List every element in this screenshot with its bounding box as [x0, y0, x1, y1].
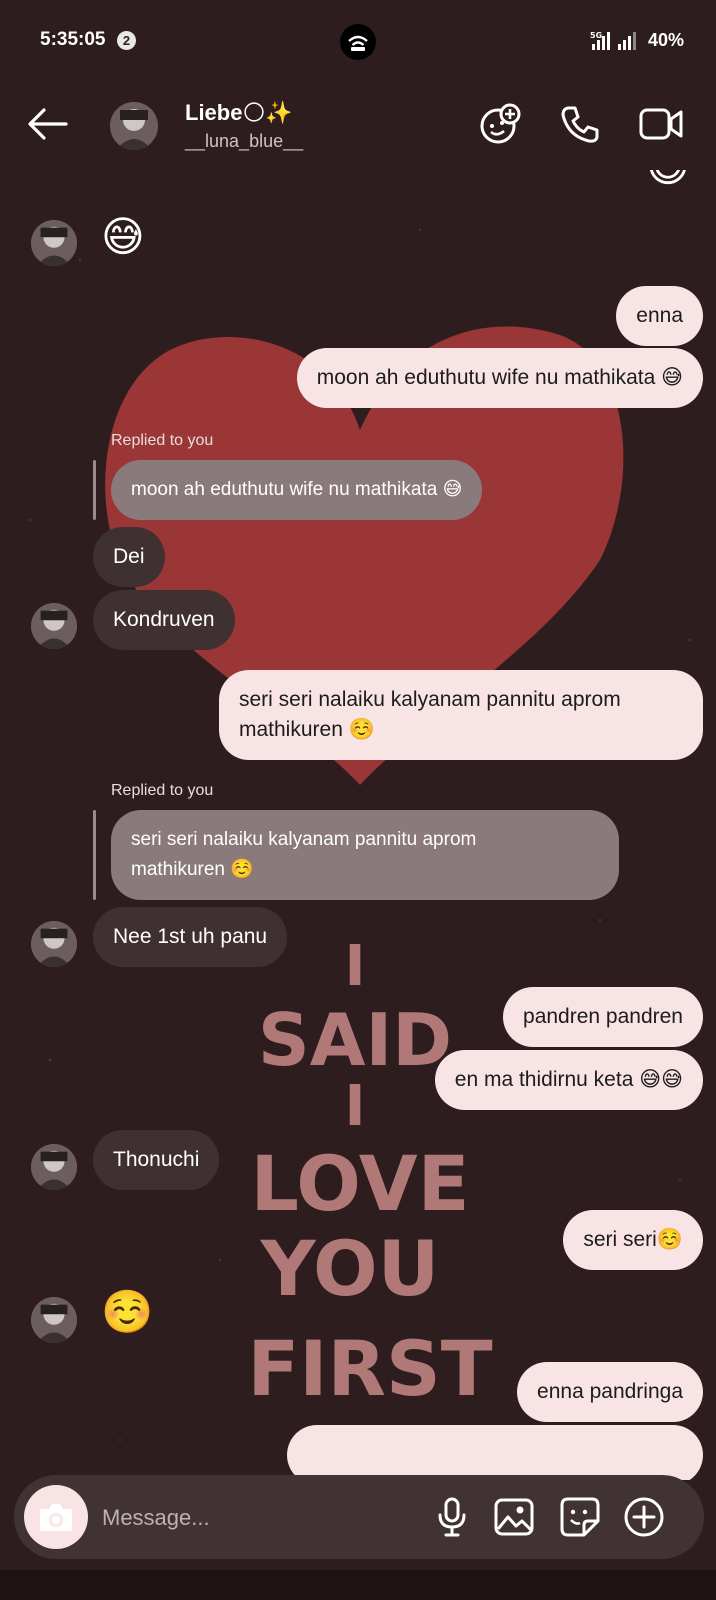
quoted-message[interactable]: moon ah eduthutu wife nu mathikata 😅: [111, 460, 483, 520]
battery-level: 40%: [648, 30, 685, 50]
reply-label: Replied to you: [111, 432, 214, 449]
add-effects-icon[interactable]: [478, 102, 522, 151]
sender-avatar[interactable]: [31, 921, 77, 967]
outgoing-message[interactable]: enna: [616, 286, 703, 346]
incoming-message[interactable]: Thonuchi: [93, 1130, 220, 1190]
svg-text:5G: 5G: [590, 31, 602, 40]
chat-header: Liebe🌕✨ __luna_blue__: [0, 80, 716, 170]
message-emoji[interactable]: ☺️: [101, 1288, 153, 1337]
incoming-message[interactable]: Dei: [93, 527, 165, 587]
back-arrow-icon[interactable]: [26, 104, 70, 144]
hotspot-pill: [330, 22, 386, 60]
reply-quote-bar: [93, 810, 96, 900]
incoming-message[interactable]: Kondruven: [93, 590, 235, 650]
video-camera-icon[interactable]: [638, 102, 686, 151]
message-emoji[interactable]: 😅: [101, 212, 145, 261]
sender-avatar[interactable]: [31, 1144, 77, 1190]
gallery-icon[interactable]: [492, 1495, 536, 1544]
status-time: 5:35:05: [40, 29, 106, 50]
message-composer: [14, 1475, 704, 1559]
sticker-icon[interactable]: [558, 1495, 602, 1544]
contact-username[interactable]: __luna_blue__: [185, 131, 303, 152]
message-emoji-partial: 😅: [646, 170, 690, 191]
hotspot-icon: [340, 24, 376, 60]
status-bar: 5:35:05 2 5G 40%: [0, 0, 716, 80]
add-icon[interactable]: [622, 1495, 666, 1544]
outgoing-message-partial[interactable]: [287, 1425, 703, 1480]
message-line: seri seri nalaiku kalyanam pannitu aprom: [239, 688, 621, 711]
message-line: mathikuren ☺️: [239, 718, 375, 741]
outgoing-message[interactable]: seri seri nalaiku kalyanam pannitu aprom…: [219, 670, 703, 760]
outgoing-message[interactable]: pandren pandren: [503, 987, 703, 1047]
incoming-message[interactable]: Nee 1st uh panu: [93, 907, 288, 967]
contact-avatar[interactable]: [110, 102, 158, 150]
reply-label: Replied to you: [111, 782, 214, 799]
quoted-line: seri seri nalaiku kalyanam pannitu aprom: [131, 829, 477, 850]
reply-quote-bar: [93, 460, 96, 520]
sender-avatar[interactable]: [31, 1297, 77, 1343]
message-input[interactable]: [100, 1497, 424, 1539]
quoted-message[interactable]: seri seri nalaiku kalyanam pannitu aprom…: [111, 810, 619, 900]
outgoing-message[interactable]: en ma thidirnu keta 😅😅: [434, 1050, 703, 1110]
phone-icon[interactable]: [558, 102, 602, 151]
quoted-line: mathikuren ☺️: [131, 859, 254, 880]
microphone-icon[interactable]: [432, 1495, 472, 1544]
navigation-bar: [0, 1570, 716, 1600]
sender-avatar[interactable]: [31, 603, 77, 649]
signal-strength-icon: 5G: [590, 30, 644, 57]
camera-button[interactable]: [24, 1485, 88, 1549]
message-list[interactable]: 😅 😅 enna moon ah eduthutu wife nu mathik…: [0, 170, 716, 1480]
notification-count-badge: 2: [117, 31, 136, 50]
camera-icon: [40, 1504, 72, 1531]
contact-name[interactable]: Liebe🌕✨: [185, 100, 293, 126]
sender-avatar[interactable]: [31, 220, 77, 266]
outgoing-message[interactable]: enna pandringa: [517, 1362, 703, 1422]
outgoing-message[interactable]: moon ah eduthutu wife nu mathikata 😅: [296, 348, 703, 408]
outgoing-message[interactable]: seri seri☺️: [563, 1210, 703, 1270]
